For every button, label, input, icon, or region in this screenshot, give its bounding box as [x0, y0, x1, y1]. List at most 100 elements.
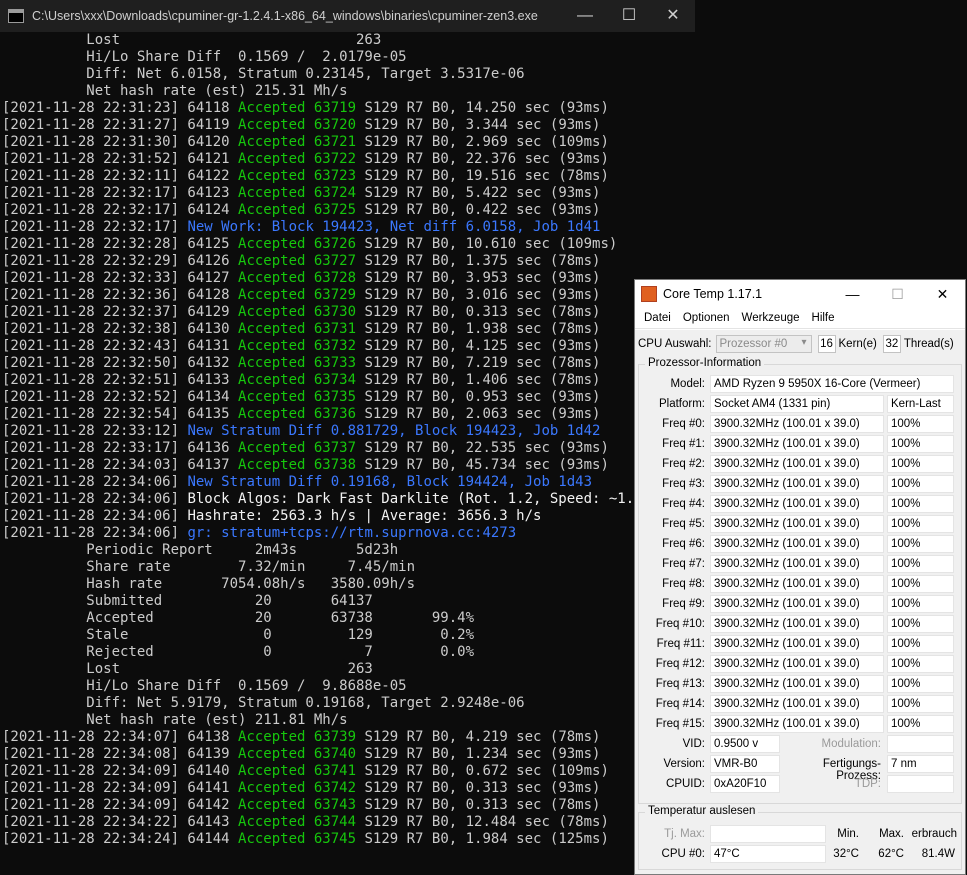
console-text-segment: S129 R7 B0, 1.406 sec (78ms) [356, 372, 601, 388]
console-text-segment: Hi/Lo Share Diff 0.1569 / 2.0179e-05 [2, 49, 407, 65]
freq-label: Freq #8: [662, 578, 705, 590]
menu-werkzeuge[interactable]: Werkzeuge [742, 312, 800, 324]
console-text-segment: S129 R7 B0, 22.535 sec (93ms) [356, 440, 609, 456]
console-text-segment: Accepted 63730 [238, 304, 357, 320]
console-text-segment: [2021-11-28 22:32:43] 64131 [2, 338, 239, 354]
freq-label: Freq #6: [662, 538, 705, 550]
console-title: C:\Users\xxx\Downloads\cpuminer-gr-1.2.4… [32, 9, 538, 23]
console-line: [2021-11-28 22:34:06] Block Algos: Dark … [2, 491, 668, 508]
console-line: Net hash rate (est) 215.31 Mh/s [2, 83, 668, 100]
menu-hilfe[interactable]: Hilfe [812, 312, 835, 324]
console-text-segment: [2021-11-28 22:33:17] 64136 [2, 440, 239, 456]
console-text-segment: S129 R7 B0, 7.219 sec (78ms) [356, 355, 601, 371]
core-load-value: 100% [887, 495, 954, 513]
console-text-segment: S129 R7 B0, 1.234 sec (93ms) [356, 746, 601, 762]
console-line: [2021-11-28 22:34:06] gr: stratum+tcps:/… [2, 525, 668, 542]
platform-field: Socket AM4 (1331 pin) [710, 395, 884, 413]
console-text-segment: S129 R7 B0, 0.672 sec (109ms) [356, 763, 609, 779]
console-text-segment: New Stratum Diff 0.19168, Block 194424, … [187, 474, 593, 490]
freq-value: 3900.32MHz (100.01 x 39.0) [710, 695, 884, 713]
freq-label: Freq #7: [662, 558, 705, 570]
coretemp-maximize-button[interactable]: ☐ [875, 286, 920, 303]
console-text-segment: S129 R7 B0, 1.938 sec (78ms) [356, 321, 601, 337]
console-text-segment: Hi/Lo Share Diff 0.1569 / 9.8688e-05 [2, 678, 407, 694]
core-load-value: 100% [887, 555, 954, 573]
freq-label: Freq #15: [655, 718, 705, 730]
minimize-button[interactable]: — [563, 0, 607, 32]
core-load-value: 100% [887, 715, 954, 733]
freq-label: Freq #4: [662, 498, 705, 510]
console-text-segment: Accepted 63732 [238, 338, 357, 354]
console-line: [2021-11-28 22:32:28] 64125 Accepted 637… [2, 236, 668, 253]
cpu-select-row: CPU Auswahl: Prozessor #0 ▾ 16 Kern(e) 3… [638, 334, 962, 354]
coretemp-minimize-button[interactable]: — [830, 286, 875, 302]
console-line: Lost 263 [2, 661, 668, 678]
console-line: [2021-11-28 22:32:51] 64133 Accepted 637… [2, 372, 668, 389]
core-load-value: 100% [887, 455, 954, 473]
processor-info-group: Prozessor-Information Model: AMD Ryzen 9… [638, 357, 962, 804]
tdp-label: TDP: [854, 778, 881, 790]
close-button[interactable]: ✕ [651, 0, 695, 32]
cpu0-label: CPU #0: [661, 848, 705, 860]
coretemp-close-button[interactable]: ✕ [920, 286, 965, 303]
console-text-segment: Accepted 63724 [238, 185, 357, 201]
console-text-segment: [2021-11-28 22:34:06] [2, 508, 188, 524]
freq-value: 3900.32MHz (100.01 x 39.0) [710, 575, 884, 593]
console-text-segment: Accepted 63739 [238, 729, 357, 745]
freq-label: Freq #1: [662, 438, 705, 450]
model-label: Model: [670, 378, 705, 390]
console-titlebar[interactable]: C:\Users\xxx\Downloads\cpuminer-gr-1.2.4… [0, 0, 695, 32]
coretemp-window: Core Temp 1.17.1 — ☐ ✕ Datei Optionen We… [634, 279, 966, 875]
freq-label: Freq #14: [655, 698, 705, 710]
console-text-segment: Accepted 63742 [238, 780, 357, 796]
chevron-down-icon: ▾ [801, 337, 807, 348]
maximize-button[interactable]: ☐ [607, 0, 651, 32]
console-line: [2021-11-28 22:34:22] 64143 Accepted 637… [2, 814, 668, 831]
processor-info-title: Prozessor-Information [645, 357, 765, 369]
console-text-segment: Diff: Net 6.0158, Stratum 0.23145, Targe… [2, 66, 525, 82]
console-line: [2021-11-28 22:32:11] 64122 Accepted 637… [2, 168, 668, 185]
modulation-label: Modulation: [821, 738, 881, 750]
console-text-segment: Accepted 63738 [238, 457, 357, 473]
console-line: [2021-11-28 22:31:23] 64118 Accepted 637… [2, 100, 668, 117]
coretemp-titlebar[interactable]: Core Temp 1.17.1 — ☐ ✕ [635, 280, 965, 308]
console-text-segment: S129 R7 B0, 0.313 sec (93ms) [356, 780, 601, 796]
console-text-segment: Rejected 0 7 0.0% [2, 644, 475, 660]
menu-datei[interactable]: Datei [644, 312, 671, 324]
console-text-segment: Lost 263 [2, 32, 382, 48]
console-text-segment: Accepted 63741 [238, 763, 357, 779]
freq-label: Freq #0: [662, 418, 705, 430]
console-text-segment: S129 R7 B0, 45.734 sec (93ms) [356, 457, 609, 473]
console-line: [2021-11-28 22:31:30] 64120 Accepted 637… [2, 134, 668, 151]
console-line: [2021-11-28 22:31:52] 64121 Accepted 637… [2, 151, 668, 168]
console-line: [2021-11-28 22:33:17] 64136 Accepted 637… [2, 440, 668, 457]
console-text-segment: Accepted 63725 [238, 202, 357, 218]
freq-value: 3900.32MHz (100.01 x 39.0) [710, 475, 884, 493]
vid-field: 0.9500 v [710, 735, 780, 753]
menu-optionen[interactable]: Optionen [683, 312, 730, 324]
tdp-field [887, 775, 954, 793]
console-line: [2021-11-28 22:32:37] 64129 Accepted 637… [2, 304, 668, 321]
console-text-segment: Diff: Net 5.9179, Stratum 0.19168, Targe… [2, 695, 525, 711]
console-text-segment: Hashrate: 2563.3 h/s | Average: 3656.3 h… [187, 508, 542, 524]
console-text-segment: Accepted 63736 [238, 406, 357, 422]
freq-value: 3900.32MHz (100.01 x 39.0) [710, 515, 884, 533]
freq-value: 3900.32MHz (100.01 x 39.0) [710, 455, 884, 473]
min-header: Min. [837, 828, 859, 840]
console-line: [2021-11-28 22:34:07] 64138 Accepted 637… [2, 729, 668, 746]
cpu-select-value: Prozessor #0 [719, 338, 788, 350]
cpu0-max-value: 62°C [878, 848, 904, 860]
thread-count: 32 [882, 335, 901, 353]
console-text-segment: Accepted 63722 [238, 151, 357, 167]
freq-label: Freq #5: [662, 518, 705, 530]
console-text-segment: Accepted 63731 [238, 321, 357, 337]
freq-value: 3900.32MHz (100.01 x 39.0) [710, 595, 884, 613]
console-text-segment: S129 R7 B0, 14.250 sec (93ms) [356, 100, 609, 116]
console-text-segment: [2021-11-28 22:34:09] 64142 [2, 797, 239, 813]
console-line: [2021-11-28 22:33:12] New Stratum Diff 0… [2, 423, 668, 440]
console-text-segment: [2021-11-28 22:31:23] 64118 [2, 100, 239, 116]
freq-value: 3900.32MHz (100.01 x 39.0) [710, 495, 884, 513]
cpu-select-dropdown[interactable]: Prozessor #0 ▾ [715, 335, 812, 353]
console-text-segment: [2021-11-28 22:31:52] 64121 [2, 151, 239, 167]
console-text-segment: Block Algos: Dark Fast Darklite (Rot. 1.… [187, 491, 668, 507]
